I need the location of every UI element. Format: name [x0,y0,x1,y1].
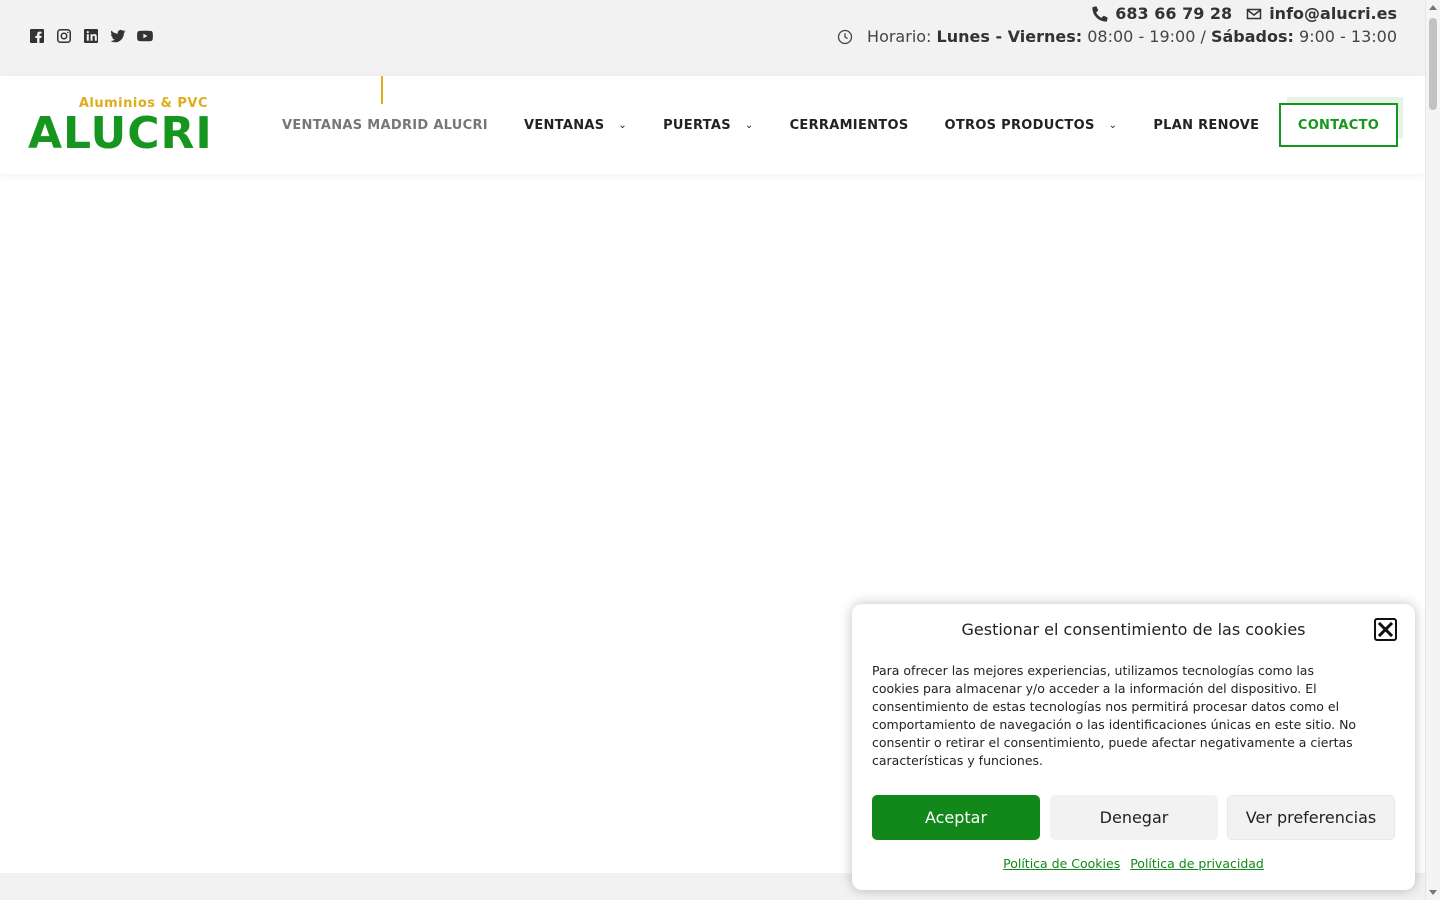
nav-item-label: CERRAMIENTOS [789,117,909,133]
linkedin-icon[interactable] [82,27,100,45]
nav-item-ventanas-madrid-alucri[interactable]: VENTANAS MADRID ALUCRI [264,118,506,133]
scroll-up-arrow-icon[interactable] [1429,5,1437,10]
nav-item-otros-productos[interactable]: OTROS PRODUCTOS ⌄ [926,118,1135,133]
scroll-down-arrow-icon[interactable] [1429,890,1437,895]
hours-label: Horario: [867,27,932,46]
facebook-icon[interactable] [28,27,46,45]
youtube-icon[interactable] [136,27,154,45]
saturday-time: 9:00 - 13:00 [1299,27,1397,46]
nav-item-label: PUERTAS [663,117,731,133]
page-scrollbar[interactable] [1425,0,1440,900]
site-logo[interactable]: Aluminios & PVC ALUCRI [28,96,213,159]
phone-link[interactable]: 683 66 79 28 [1092,4,1232,23]
cookie-dialog-body: Para ofrecer las mejores experiencias, u… [872,663,1357,768]
cookie-consent-dialog: Gestionar el consentimiento de las cooki… [852,604,1415,890]
chevron-down-icon: ⌄ [618,119,628,131]
nav-item-label: VENTANAS [523,117,605,133]
nav-item-cerramientos[interactable]: CERRAMIENTOS [772,118,927,133]
email-address: info@alucri.es [1269,4,1397,23]
nav-item-label: PLAN RENOVE [1153,117,1260,133]
close-icon [1378,622,1393,637]
instagram-icon[interactable] [55,27,73,45]
weekdays-label: Lunes - Viernes: [936,27,1083,46]
twitter-icon[interactable] [109,27,127,45]
close-button[interactable] [1374,618,1397,641]
nav-item-label: OTROS PRODUCTOS [944,117,1095,133]
contact-info: 683 66 79 28 info@alucri.es [1092,4,1397,23]
phone-icon [1092,5,1108,22]
nav-item-puertas[interactable]: PUERTAS ⌄ [645,118,771,133]
envelope-icon [1246,8,1262,19]
logo-name: ALUCRI [28,108,213,159]
cookie-dialog-title: Gestionar el consentimiento de las cooki… [961,620,1306,639]
privacy-policy-link[interactable]: Política de privacidad [1130,856,1264,871]
accept-button[interactable]: Aceptar [872,795,1040,840]
view-preferences-button[interactable]: Ver preferencias [1227,795,1395,840]
weekdays-time: 08:00 - 19:00 / [1087,27,1206,46]
cookie-policy-links: Política de Cookies Política de privacid… [852,856,1415,871]
opening-hours: Horario: Lunes - Viernes: 08:00 - 19:00 … [837,27,1397,46]
clock-icon [837,29,853,44]
contact-button[interactable]: CONTACTO [1279,103,1398,147]
cookie-policy-link[interactable]: Política de Cookies [1003,856,1120,871]
nav-item-label: VENTANAS MADRID ALUCRI [282,117,488,133]
phone-number: 683 66 79 28 [1115,4,1233,23]
deny-button[interactable]: Denegar [1050,795,1218,840]
chevron-down-icon: ⌄ [1108,119,1118,131]
social-links [28,27,154,45]
nav-item-ventanas[interactable]: VENTANAS ⌄ [506,118,645,133]
scrollbar-thumb[interactable] [1429,18,1437,110]
main-nav: VENTANAS MADRID ALUCRI VENTANAS ⌄ PUERTA… [264,76,1277,174]
nav-item-plan-renove[interactable]: PLAN RENOVE [1135,118,1277,133]
top-bar: 683 66 79 28 info@alucri.es Horario: Lun… [0,0,1425,76]
chevron-down-icon: ⌄ [744,119,754,131]
saturday-label: Sábados: [1210,27,1294,46]
email-link[interactable]: info@alucri.es [1246,4,1397,23]
